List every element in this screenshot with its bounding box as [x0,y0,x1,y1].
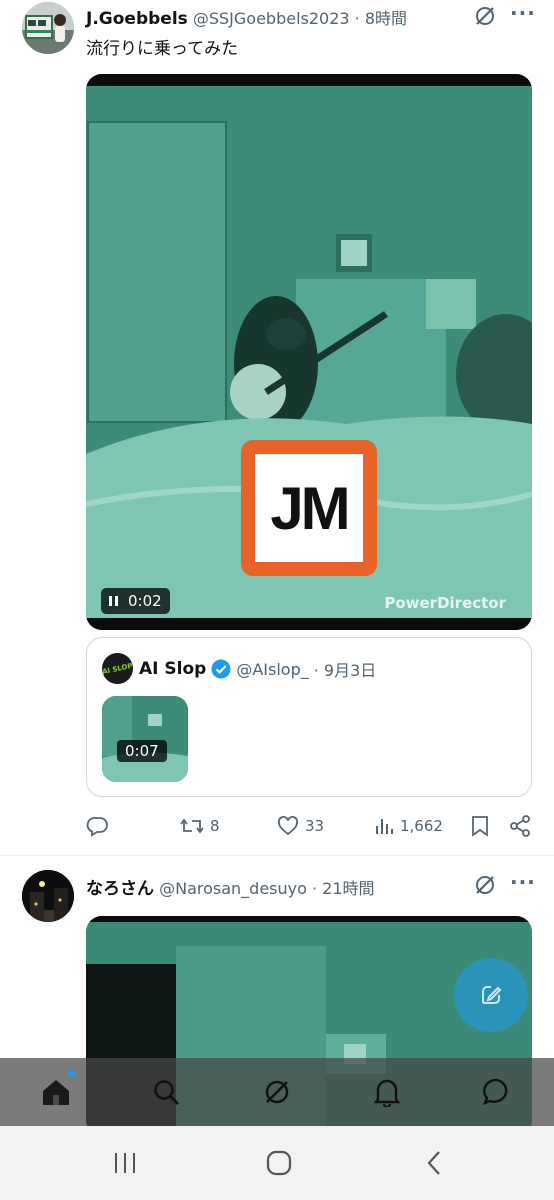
recent-apps-icon[interactable] [112,1150,138,1176]
reply-icon[interactable] [86,815,108,837]
grok-icon[interactable] [474,874,496,896]
messages-tab[interactable] [482,1077,512,1107]
views-chart-icon[interactable] [374,815,394,837]
more-options-icon[interactable]: ··· [510,1,536,25]
bookmark-icon[interactable] [470,815,490,837]
retweet-button[interactable]: 8 [180,815,220,837]
tweet-text: 流行りに乗ってみた [86,39,239,59]
compose-button[interactable] [454,958,528,1032]
share-icon[interactable] [509,815,531,837]
like-button[interactable]: 33 [277,815,324,837]
bell-icon [373,1079,401,1109]
views-count: 1,662 [400,817,443,835]
grok-tab[interactable] [263,1078,291,1106]
views-button[interactable]: 1,662 [374,815,443,837]
quote-author-name: AI Slop [139,659,207,679]
like-count: 33 [305,817,325,835]
logo-text: JM [270,474,350,542]
home-system-icon[interactable] [266,1150,292,1176]
author-handle[interactable]: @SSJGoebbels2023 [193,9,350,28]
author-name[interactable]: なろさん [86,879,154,899]
quote-avatar-text: AI SLOP [102,661,133,676]
heart-icon[interactable] [277,815,299,837]
quote-timestamp: · 9月3日 [313,661,377,680]
timestamp[interactable]: · 8時間 [355,9,407,28]
verified-badge-icon [211,659,231,679]
home-icon [43,1080,69,1105]
tweet-divider [0,855,554,856]
search-tab[interactable] [152,1078,180,1106]
grok-icon [265,1080,289,1104]
quote-avatar[interactable]: AI SLOP [102,653,133,684]
back-icon[interactable] [424,1150,444,1176]
author-handle[interactable]: @Narosan_desuyo [159,879,307,898]
tweet-header: なろさん @Narosan_desuyo · 21時間 [86,874,375,899]
jm-logo: JM [241,440,377,576]
avatar[interactable] [22,2,74,54]
retweet-count: 8 [210,817,220,835]
bottom-nav [0,1058,554,1126]
video-player[interactable]: JM 0:02 PowerDirector [86,74,532,630]
system-nav-bar [0,1126,554,1200]
avatar[interactable] [22,870,74,922]
home-tab[interactable] [40,1070,75,1108]
quote-video-time: 0:07 [117,740,167,762]
timestamp[interactable]: · 21時間 [312,879,375,898]
search-icon [154,1080,179,1105]
video-time: 0:02 [128,592,162,610]
quote-video-thumbnail[interactable]: 0:07 [102,696,188,782]
pause-icon[interactable] [109,596,118,606]
tweet-header: J.Goebbels @SSJGoebbels2023 · 8時間 [86,5,407,29]
quote-author-handle: @AIslop_ [236,659,309,679]
chat-icon [482,1078,508,1106]
video-timer[interactable]: 0:02 [101,588,170,614]
retweet-icon[interactable] [180,815,204,837]
quote-header: AI Slop @AIslop_ · 9月3日 [139,657,376,681]
notification-dot [68,1070,75,1077]
notifications-tab[interactable] [373,1077,401,1109]
grok-icon[interactable] [474,5,496,27]
author-name[interactable]: J.Goebbels [86,9,188,29]
watermark: PowerDirector [384,594,506,612]
more-options-icon[interactable]: ··· [510,870,536,894]
compose-icon [482,986,502,1004]
quoted-tweet[interactable]: AI SLOP AI Slop @AIslop_ · 9月3日 0:07 [86,637,532,797]
